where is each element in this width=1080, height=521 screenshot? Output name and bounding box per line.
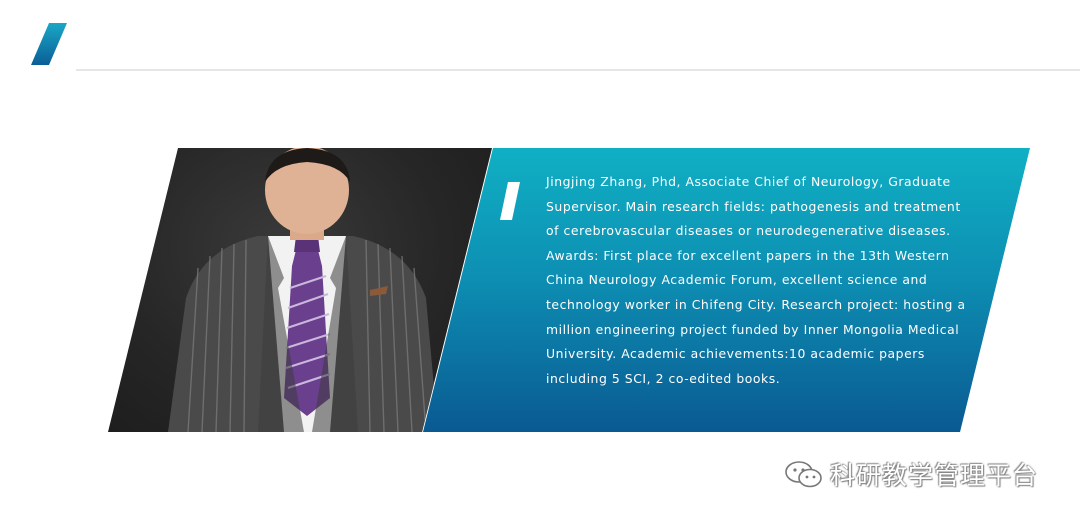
bio-text: Jingjing Zhang, Phd, Associate Chief of … — [546, 174, 966, 386]
watermark: 科研教学管理平台 — [784, 457, 1038, 491]
wechat-icon — [785, 461, 822, 488]
header-divider — [76, 69, 1080, 71]
logo-slash-icon — [31, 23, 67, 65]
watermark-text: 科研教学管理平台 — [830, 461, 1039, 490]
